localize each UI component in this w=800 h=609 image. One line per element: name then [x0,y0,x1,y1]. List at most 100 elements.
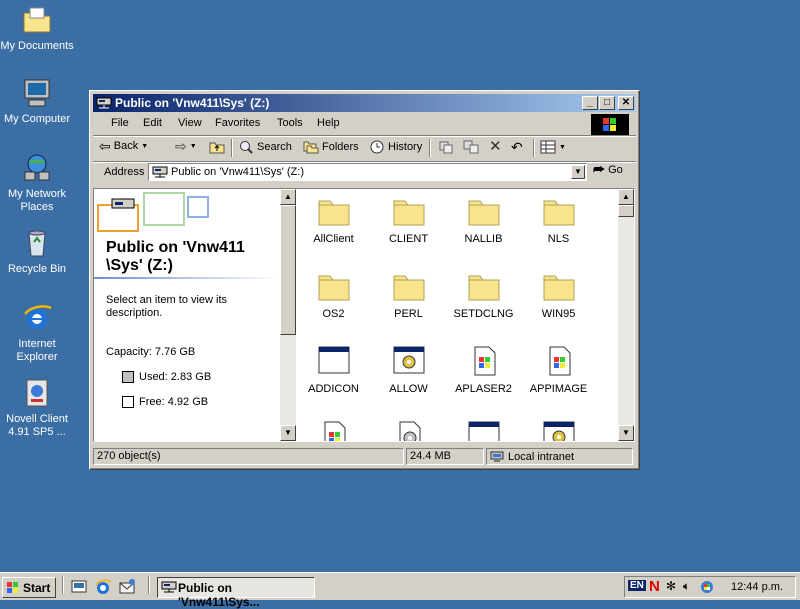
file-item[interactable]: CLIENT [371,195,446,245]
explorer-window[interactable]: Public on 'Vnw411\Sys' (Z:) _ □ ✕ File E… [89,90,640,470]
desktop-icon-my-computer[interactable]: My Computer [0,77,75,126]
windows-logo [591,114,629,136]
menu-help[interactable]: Help [317,117,340,129]
desktop-icon-internet-explorer[interactable]: Internet Explorer [0,302,75,364]
network-drive-icon [152,166,168,178]
file-item[interactable]: ALLOW [371,345,446,395]
title-bar[interactable]: Public on 'Vnw411\Sys' (Z:) _ □ ✕ [93,94,636,112]
address-input[interactable]: Public on 'Vnw411\Sys' (Z:) ▼ [148,163,587,181]
move-to-button[interactable] [438,140,454,154]
scroll-up-button[interactable]: ▲ [618,189,634,205]
start-button[interactable]: Start [2,577,56,598]
batch-file-icon [393,346,424,374]
back-button[interactable]: ⇦ Back ▼ [99,138,149,154]
pane-hint: Select an item to view its description. [106,294,228,319]
desktop-icon-my-network-places[interactable]: My Network Places [0,152,75,214]
close-button[interactable]: ✕ [618,96,634,110]
search-button[interactable]: Search [238,140,292,154]
forward-button[interactable]: ⇨ ▼ [175,139,197,153]
menu-tools[interactable]: Tools [277,117,303,129]
system-file-icon [399,421,420,441]
desktop-icon-label: Internet Explorer [16,338,58,363]
desktop-icon-novell-client[interactable]: Novell Client 4.91 SP5 ... [0,377,75,439]
file-item[interactable]: WIN95 [521,270,596,320]
zone-label: Local intranet [508,450,575,463]
menu-file[interactable]: File [111,117,129,129]
menu-view[interactable]: View [178,117,202,129]
computer-icon [24,79,50,107]
internet-explorer-icon [24,305,52,329]
file-list-scrollbar[interactable]: ▲ ▼ [618,189,634,441]
windows-update-icon[interactable] [699,580,715,594]
clock[interactable]: 12:44 p.m. [731,581,783,593]
file-item[interactable] [446,420,521,441]
content-area: Public on 'Vnw411 \Sys' (Z:) Select an i… [93,188,635,442]
web-view-pane: Public on 'Vnw411 \Sys' (Z:) Select an i… [94,189,280,441]
address-dropdown-button[interactable]: ▼ [571,165,585,179]
scroll-down-button[interactable]: ▼ [618,425,634,441]
history-icon [370,140,384,154]
file-item-label: APLASER2 [455,383,512,395]
taskbar-window-button[interactable]: Public on 'Vnw411\Sys... [157,577,315,609]
file-item-label: NALLIB [464,233,503,245]
windows-flag-icon [7,582,18,593]
go-button[interactable]: ⮫ Go [593,163,623,176]
chevron-down-icon: ▼ [141,142,149,150]
scroll-thumb[interactable] [280,205,296,335]
folder-icon [318,275,349,301]
history-button[interactable]: History [369,140,422,154]
menu-favorites[interactable]: Favorites [215,117,260,129]
left-pane-scrollbar[interactable]: ▲ ▼ [280,189,296,441]
file-item[interactable] [296,420,371,441]
file-item[interactable]: OS2 [296,270,371,320]
desktop-icon-my-documents[interactable]: My Documents [0,4,75,53]
delete-button[interactable]: ✕ [489,139,502,154]
file-item[interactable]: APPIMAGE [521,345,596,395]
file-item[interactable] [371,420,446,441]
up-folder-button[interactable] [209,140,225,154]
minimize-button[interactable]: _ [582,96,598,110]
batch-file-icon [543,421,574,441]
scroll-down-button[interactable]: ▼ [280,425,296,441]
folder-documents-icon [23,7,51,33]
volume-icon[interactable]: 🔈︎ [683,579,690,594]
menu-edit[interactable]: Edit [143,117,162,129]
back-arrow-icon: ⇦ [99,138,111,154]
windows-flag-icon [603,118,616,131]
views-button[interactable]: ▼ [540,140,566,154]
file-item[interactable]: ADDICON [296,345,371,395]
file-item[interactable]: SETDCLNG [446,270,521,320]
undo-button[interactable]: ↶ [511,140,523,154]
folders-button[interactable]: Folders [303,140,359,154]
desktop-icon-recycle-bin[interactable]: Recycle Bin [0,227,75,276]
pane-title-line2: \Sys' (Z:) [106,257,173,274]
outlook-express-icon[interactable] [118,578,136,596]
internet-explorer-icon[interactable] [94,578,112,596]
file-item[interactable]: AllClient [296,195,371,245]
folder-icon [543,275,574,301]
network-drive-icon [161,581,177,593]
desktop-icon-label: Novell Client 4.91 SP5 ... [6,413,68,438]
address-bar: Address Public on 'Vnw411\Sys' (Z:) ▼ ⮫ … [93,162,633,184]
copy-to-button[interactable] [463,140,479,154]
search-label: Search [257,141,292,153]
chevron-down-icon: ▼ [189,142,197,150]
desktop-icon-label: My Network Places [7,188,67,213]
file-item-label: OS2 [322,308,345,320]
show-desktop-icon[interactable] [70,578,88,596]
file-item[interactable] [521,420,596,441]
taskbar: Start Public on 'Vnw411\Sys... EN N ✻ 🔈︎… [0,572,800,609]
language-indicator[interactable]: EN [628,580,646,591]
folder-icon [393,200,424,226]
desktop-icon-label: Recycle Bin [7,263,67,275]
file-item[interactable]: NALLIB [446,195,521,245]
file-item[interactable]: APLASER2 [446,345,521,395]
file-item[interactable]: PERL [371,270,446,320]
status-size: 24.4 MB [406,448,484,465]
scroll-up-button[interactable]: ▲ [280,189,296,205]
scroll-thumb[interactable] [618,205,634,217]
novell-n-icon[interactable]: N [649,578,660,595]
file-item[interactable]: NLS [521,195,596,245]
maximize-button[interactable]: □ [599,96,615,110]
network-status-icon[interactable]: ✻ [666,579,676,593]
